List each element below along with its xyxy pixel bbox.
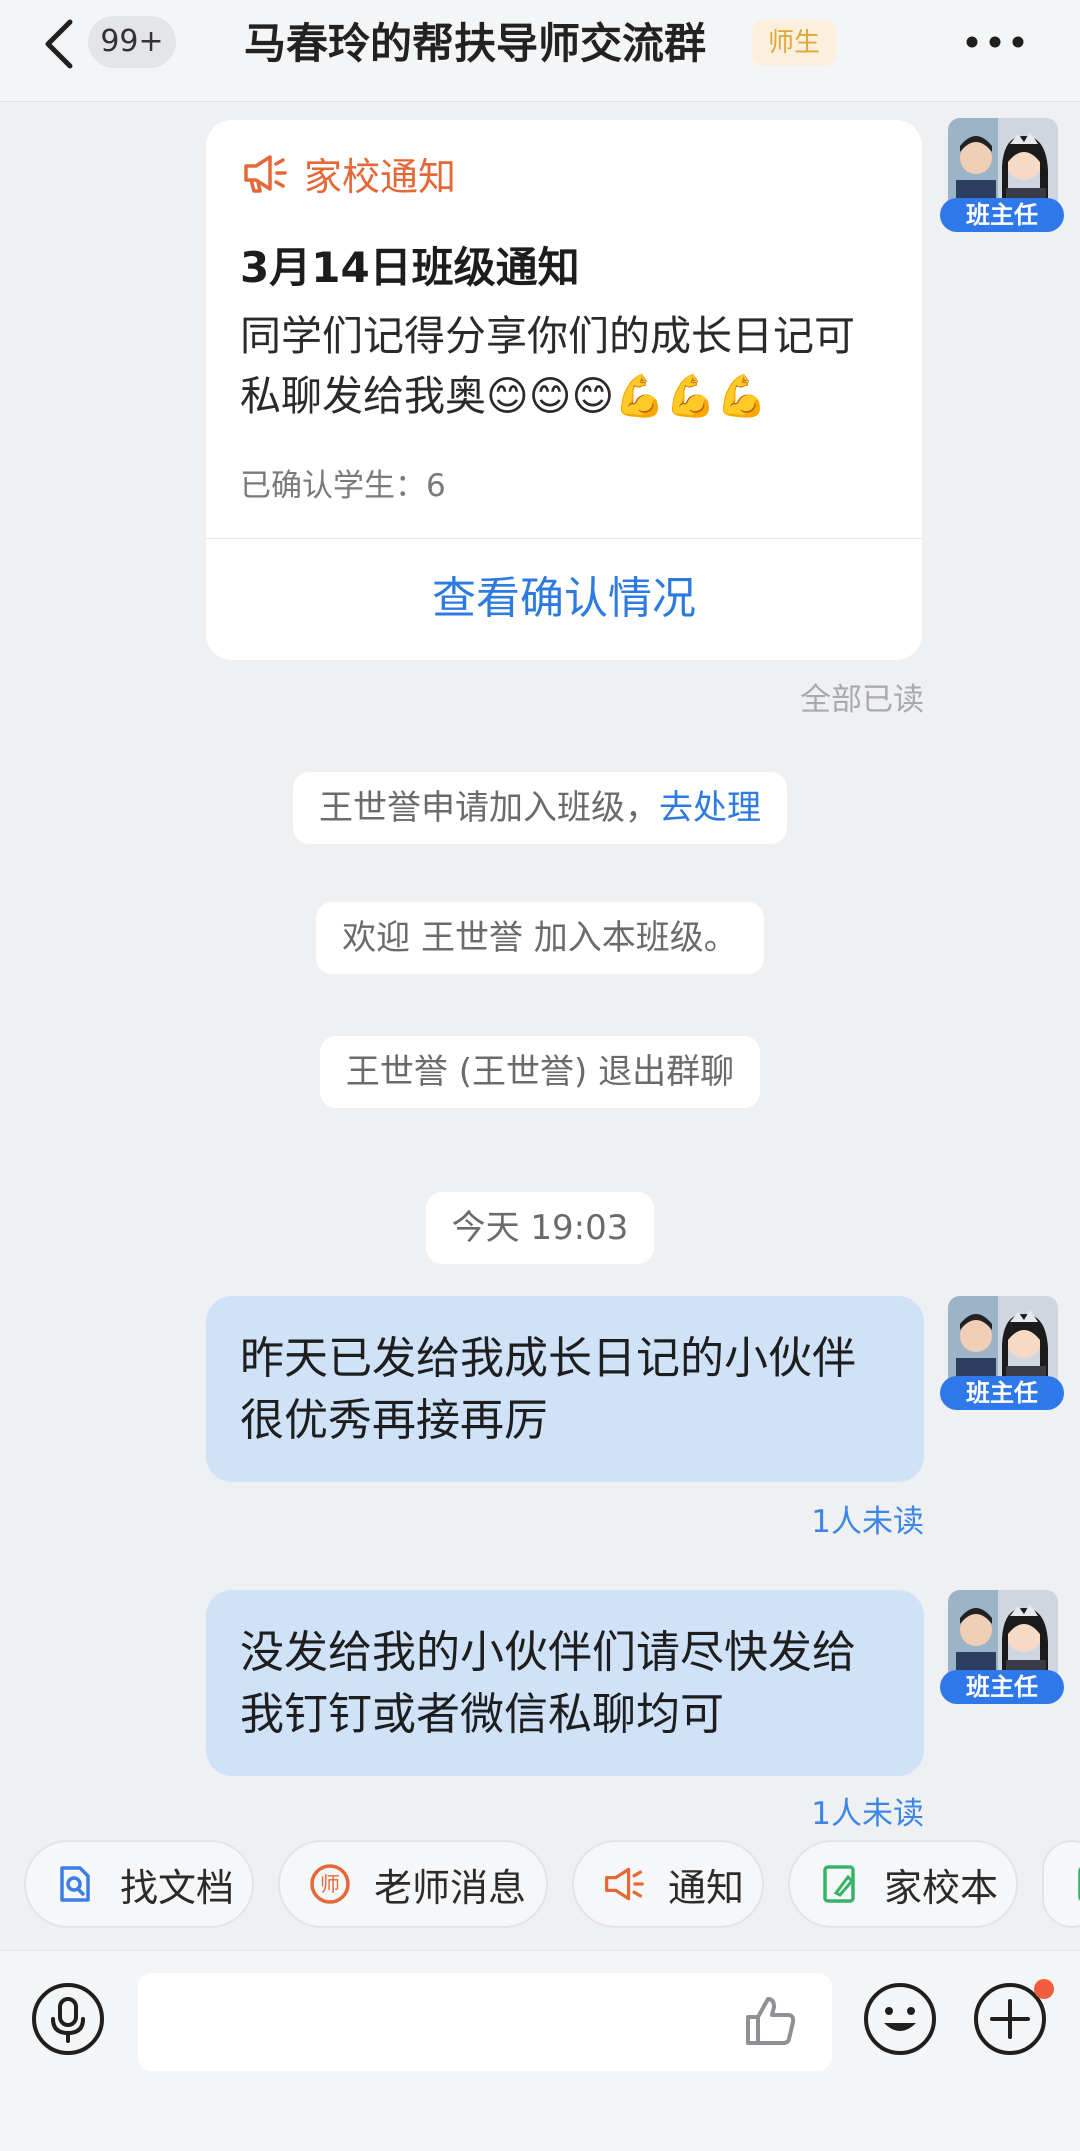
- like-button[interactable]: [740, 1991, 800, 2051]
- input-bar: [0, 1950, 1080, 2151]
- smiley-icon: [864, 1983, 936, 2055]
- view-confirmation-button[interactable]: 查看确认情况: [206, 538, 922, 660]
- notice-title: 3月14日班级通知: [240, 243, 580, 292]
- more-dots-icon: [966, 36, 1024, 48]
- unread-count-badge[interactable]: 99+: [88, 16, 176, 68]
- emoji-button[interactable]: [862, 1981, 938, 2057]
- notice-header: 家校通知: [242, 146, 456, 200]
- notification-dot: [1034, 1979, 1054, 1999]
- notice-chip[interactable]: 通知: [572, 1840, 764, 1928]
- megaphone-icon: [244, 155, 287, 193]
- megaphone-icon: [602, 1862, 646, 1906]
- read-status: 全部已读: [800, 682, 924, 718]
- doc-search-icon: [54, 1862, 98, 1906]
- voice-button[interactable]: [30, 1981, 106, 2057]
- message-bubble[interactable]: 昨天已发给我成长日记的小伙伴很优秀再接再厉: [206, 1296, 924, 1482]
- microphone-icon: [32, 1983, 104, 2055]
- more-button[interactable]: [962, 20, 1028, 64]
- sender-avatar[interactable]: 班主任: [940, 118, 1064, 242]
- join-request-text: 王世誉申请加入班级，: [319, 788, 659, 828]
- message-input[interactable]: [138, 1973, 832, 2071]
- notice-card[interactable]: 家校通知 3月14日班级通知 同学们记得分享你们的成长日记可私聊发给我奥😊😊😊💪…: [206, 120, 922, 660]
- quick-action-bar: 找文档 师 老师消息 通知 家校本: [0, 1840, 1080, 1934]
- teacher-message-chip[interactable]: 师 老师消息: [278, 1840, 548, 1928]
- group-title[interactable]: 马春玲的帮扶导师交流群: [244, 16, 706, 72]
- notice-confirmed-count: 已确认学生：6: [240, 468, 446, 504]
- timestamp-text: 今天 19:03: [425, 1192, 655, 1264]
- timestamp-tip: 今天 19:03: [0, 1192, 1080, 1264]
- notice-body: 同学们记得分享你们的成长日记可私聊发给我奥😊😊😊💪💪💪: [240, 312, 855, 420]
- thumbs-up-icon: [746, 1997, 796, 2045]
- teacher-role-badge: 班主任: [940, 1670, 1064, 1704]
- unread-status[interactable]: 1人未读: [811, 1496, 924, 1541]
- chip-label: 通知: [668, 1865, 745, 1910]
- teacher-role-badge: 班主任: [940, 1376, 1064, 1410]
- chip-label: 老师消息: [374, 1865, 527, 1910]
- homework-book-chip[interactable]: 家校本: [788, 1840, 1018, 1928]
- more-chip-icon: [1072, 1862, 1080, 1906]
- left-group-text: 王世誉 (王世誉) 退出群聊: [319, 1036, 761, 1108]
- welcome-tip: 欢迎 王世誉 加入本班级。: [0, 902, 1080, 974]
- teacher-icon: 师: [308, 1862, 352, 1906]
- chat-header: 99+ 马春玲的帮扶导师交流群 师生: [0, 0, 1080, 102]
- chip-label: 找文档: [120, 1865, 235, 1910]
- svg-text:师: 师: [320, 1872, 340, 1896]
- handle-request-link[interactable]: 去处理: [659, 788, 761, 828]
- back-button[interactable]: [40, 14, 80, 74]
- welcome-text: 欢迎 王世誉 加入本班级。: [316, 902, 764, 974]
- unread-status[interactable]: 1人未读: [811, 1788, 924, 1833]
- chevron-left-icon: [45, 19, 73, 69]
- join-request-tip: 王世誉申请加入班级，去处理: [0, 772, 1080, 844]
- notice-type-label: 家校通知: [304, 154, 457, 199]
- message-bubble[interactable]: 没发给我的小伙伴们请尽快发给我钉钉或者微信私聊均可: [206, 1590, 924, 1776]
- sender-avatar[interactable]: 班主任: [940, 1296, 1064, 1420]
- role-tag: 师生: [752, 20, 836, 66]
- find-document-chip[interactable]: 找文档: [24, 1840, 254, 1928]
- left-group-tip: 王世誉 (王世誉) 退出群聊: [0, 1036, 1080, 1108]
- sender-avatar[interactable]: 班主任: [940, 1590, 1064, 1714]
- chip-label: 家校本: [884, 1865, 999, 1910]
- homework-book-icon: [818, 1862, 862, 1906]
- more-chip[interactable]: [1042, 1840, 1080, 1928]
- teacher-role-badge: 班主任: [940, 198, 1064, 232]
